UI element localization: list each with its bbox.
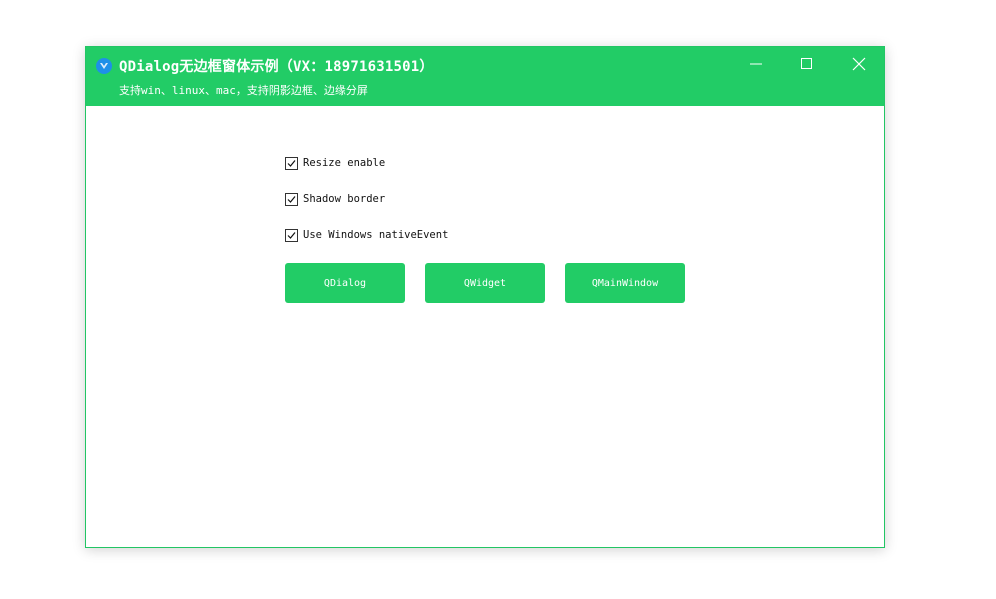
qdialog-button[interactable]: QDialog [285, 263, 405, 303]
title-bar[interactable]: QDialog无边框窗体示例（VX：18971631501） 支持win、lin… [86, 47, 884, 106]
shadow-border-checkbox[interactable] [285, 192, 298, 206]
frameless-dialog-window: QDialog无边框窗体示例（VX：18971631501） 支持win、lin… [85, 46, 885, 548]
resize-enable-option[interactable]: Resize enable [285, 155, 385, 171]
shadow-border-label: Shadow border [303, 193, 386, 205]
maximize-icon [800, 57, 814, 71]
qmainwindow-button[interactable]: QMainWindow [565, 263, 685, 303]
qwidget-button[interactable]: QWidget [425, 263, 545, 303]
resize-enable-checkbox[interactable] [285, 156, 298, 170]
resize-enable-label: Resize enable [303, 157, 386, 169]
close-button[interactable] [842, 51, 876, 77]
window-title: QDialog无边框窗体示例（VX：18971631501） [119, 59, 434, 75]
native-event-option[interactable]: Use Windows nativeEvent [285, 227, 448, 243]
checkmark-icon [287, 159, 296, 167]
window-subtitle: 支持win、linux、mac，支持阴影边框、边缘分屏 [119, 84, 368, 97]
app-logo-icon [96, 58, 112, 74]
shadow-border-option[interactable]: Shadow border [285, 191, 385, 207]
native-event-label: Use Windows nativeEvent [303, 229, 449, 241]
checkmark-icon [287, 231, 296, 239]
close-icon [852, 57, 866, 71]
checkmark-icon [287, 195, 296, 203]
maximize-button[interactable] [790, 51, 824, 77]
minimize-icon [749, 57, 763, 71]
minimize-button[interactable] [739, 51, 773, 77]
native-event-checkbox[interactable] [285, 228, 298, 242]
